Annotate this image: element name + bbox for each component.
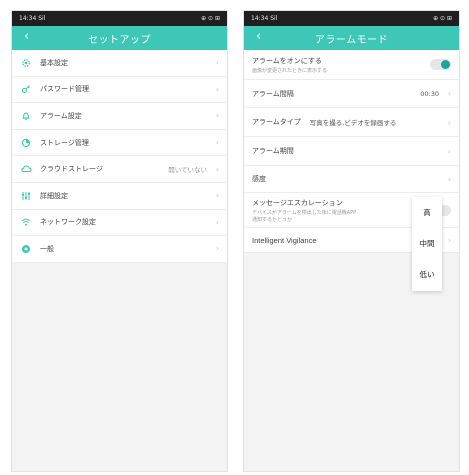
sensitivity-row[interactable]: 感度 › [244,166,459,193]
chevron-left-icon[interactable]: ‹ [24,29,29,44]
menu-item-label: アラーム設定 [40,111,82,120]
alarm-period-row[interactable]: アラーム期間 › [244,137,459,166]
cloud-icon [20,163,32,175]
chevron-right-icon: › [447,117,451,127]
status-time: 14:34 Sil [19,15,46,22]
menu-item-storage[interactable]: ストレージ管理 › [12,130,227,157]
setup-screen: 14:34 Sil ⊕ ⊙ ⊞ ‹ セットアップ 基本設定 › パスワード管理 … [11,10,228,472]
menu-item-label: パスワード管理 [40,85,89,94]
chevron-right-icon: › [447,89,451,98]
menu-item-advanced-settings[interactable]: 詳細設定 › [12,183,227,210]
sensitivity-option-low[interactable]: 低い [412,259,442,290]
chevron-right-icon: › [215,164,219,174]
alarm-on-description: 画像が変更されたときに表示する [252,67,328,74]
alarm-interval-value: 00:30 [420,89,439,98]
menu-item-cloud-storage[interactable]: クラウドストレージ 開いていない › [12,156,227,183]
storage-icon [20,137,32,149]
chevron-left-icon[interactable]: ‹ [256,29,261,44]
wifi-icon [20,216,32,228]
status-time: 14:34 Sil [251,15,278,22]
cloud-status: 開いていない [168,166,207,175]
chevron-right-icon: › [447,174,451,184]
settings-menu: 基本設定 › パスワード管理 › アラーム設定 › ストレージ管理 › クラウド… [12,50,227,263]
alarm-on-row: アラームをオンにする 画像が変更されたときに表示する [244,50,459,80]
alarm-mode-screen: 14:34 Sil ⊕ ⊙ ⊞ ‹ アラームモード アラームをオンにする 画像が… [243,10,460,472]
chevron-right-icon: › [447,235,451,245]
general-icon [20,243,32,255]
menu-item-label: ストレージ管理 [40,138,89,147]
menu-item-alarm-settings[interactable]: アラーム設定 › [12,103,227,130]
chevron-right-icon: › [215,84,219,94]
chevron-right-icon: › [215,191,219,201]
sensitivity-dropdown: 高 中間 低い [412,197,442,291]
alarm-on-toggle[interactable] [430,59,451,70]
chevron-right-icon: › [215,244,219,254]
sliders-icon [20,190,32,202]
alarm-type-row[interactable]: アラームタイプ 写真を撮る,ビデオを録画する › [244,108,459,137]
status-bar: 14:34 Sil ⊕ ⊙ ⊞ [244,11,459,26]
sensitivity-option-high[interactable]: 高 [412,197,442,228]
chevron-right-icon: › [215,111,219,121]
header-bar: ‹ アラームモード [244,26,459,50]
menu-item-label: クラウドストレージ [40,165,103,174]
menu-item-general[interactable]: 一般 › [12,236,227,263]
page-title: セットアップ [88,34,151,46]
bell-icon [20,110,32,122]
menu-item-label: 基本設定 [40,58,68,67]
status-icons: ⊕ ⊙ ⊞ [201,15,220,22]
status-bar: 14:34 Sil ⊕ ⊙ ⊞ [12,11,227,26]
toggle-knob [441,60,450,69]
chevron-right-icon: › [215,58,219,68]
menu-item-label: 一般 [40,244,54,253]
status-icons: ⊕ ⊙ ⊞ [433,15,452,22]
key-icon [20,83,32,95]
gear-icon [20,57,32,69]
alarm-type-value: 写真を撮る,ビデオを録画する [309,119,397,127]
menu-item-password[interactable]: パスワード管理 › [12,77,227,104]
sensitivity-option-medium[interactable]: 中間 [412,228,442,259]
header-bar: ‹ セットアップ [12,26,227,50]
menu-item-label: ネットワーク設定 [40,218,96,227]
page-title: アラームモード [314,34,389,46]
menu-item-network-settings[interactable]: ネットワーク設定 › [12,210,227,237]
alarm-on-label: アラームをオンにする [252,56,322,65]
menu-item-label: 詳細設定 [40,191,68,200]
chevron-right-icon: › [215,138,219,148]
alarm-interval-row[interactable]: アラーム間隔 00:30 › [244,80,459,108]
chevron-right-icon: › [447,146,451,156]
menu-item-basic-settings[interactable]: 基本設定 › [12,50,227,77]
chevron-right-icon: › [215,217,219,227]
